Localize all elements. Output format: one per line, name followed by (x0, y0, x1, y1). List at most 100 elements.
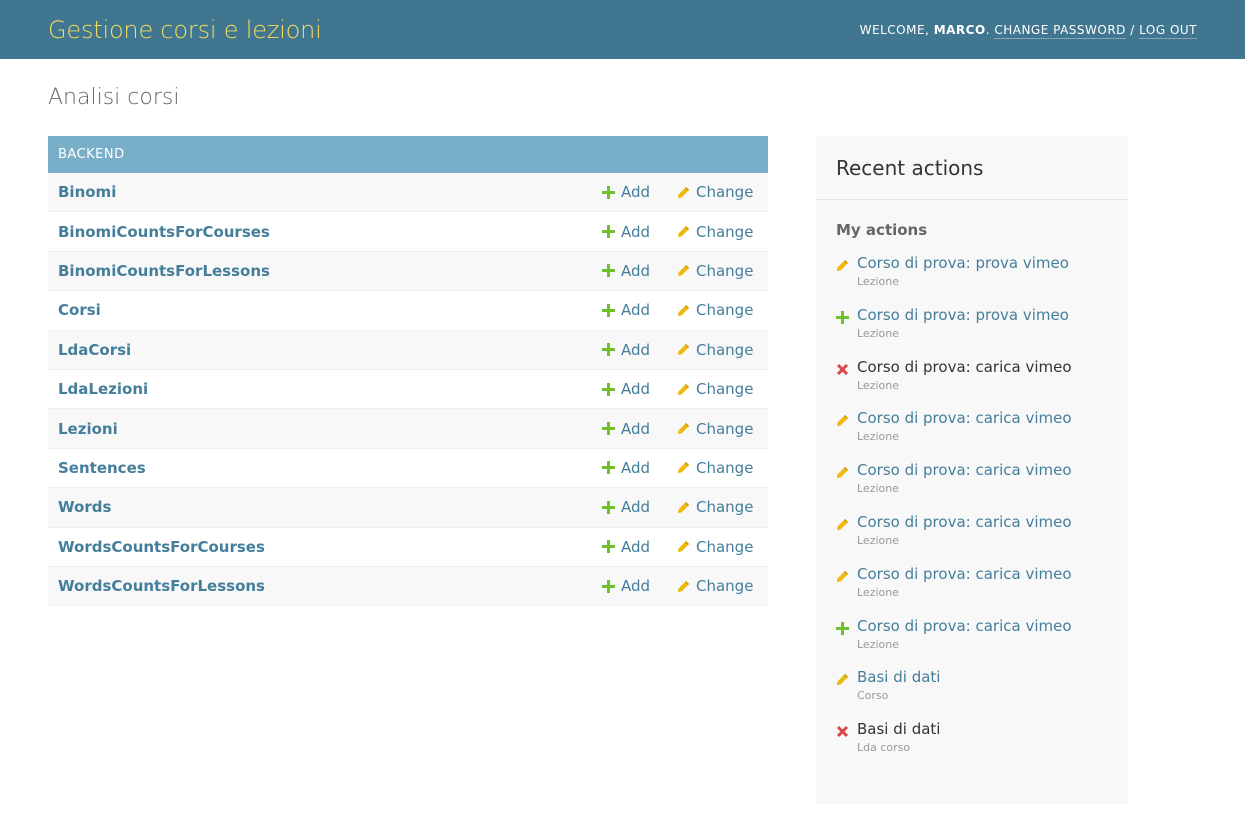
recent-action-item: Corso di prova: carica vimeo Lezione (836, 409, 1108, 461)
change-link[interactable]: Change (677, 498, 768, 516)
model-row: BinomiCountsForCourses Add Change (48, 212, 768, 252)
model-list: Binomi Add Change BinomiCountsForCourses Add… (48, 173, 768, 607)
recent-actions-title: Recent actions (816, 136, 1128, 200)
action-title: Basi di dati (857, 720, 941, 739)
pencil-icon (677, 580, 690, 593)
change-label: Change (696, 537, 754, 556)
model-link[interactable]: LdaCorsi (58, 341, 602, 359)
module-caption[interactable]: BACKEND (48, 136, 768, 173)
add-link[interactable]: Add (602, 459, 677, 477)
my-actions-title: My actions (836, 221, 928, 239)
action-content-type: Lezione (857, 533, 900, 547)
change-label: Change (696, 577, 754, 596)
action-content-type: Lezione (857, 275, 900, 288)
action-content-type: Lezione (857, 585, 900, 599)
recent-action-item: Basi di dati Lda corso (836, 720, 1108, 772)
change-label: Change (696, 419, 754, 438)
model-row: Lezioni Add Change (48, 409, 768, 449)
change-link[interactable]: Change (677, 459, 768, 477)
action-link[interactable]: Corso di prova: carica vimeo (857, 565, 1108, 584)
model-row: Binomi Add Change (48, 173, 768, 213)
add-link[interactable]: Add (602, 341, 677, 359)
plus-icon (836, 309, 850, 324)
add-label: Add (621, 577, 651, 596)
action-link[interactable]: Corso di prova: prova vimeo (857, 254, 1108, 273)
recent-action-item: Corso di prova: carica vimeo Lezione (836, 617, 1108, 669)
add-label: Add (621, 458, 651, 477)
logout-link[interactable]: Log out (1139, 22, 1197, 39)
change-link[interactable]: Change (677, 420, 768, 438)
add-link[interactable]: Add (602, 380, 677, 398)
action-link[interactable]: Corso di prova: carica vimeo (857, 409, 1108, 428)
change-link[interactable]: Change (677, 183, 768, 201)
username: Marco (933, 22, 986, 37)
add-link[interactable]: Add (602, 538, 677, 556)
add-label: Add (621, 380, 651, 399)
change-link[interactable]: Change (677, 262, 768, 280)
action-link[interactable]: Corso di prova: prova vimeo (857, 306, 1108, 325)
pencil-icon (677, 225, 690, 238)
model-row: LdaCorsi Add Change (48, 330, 768, 370)
recent-actions-panel: Recent actions My actions Corso di prova… (816, 136, 1128, 804)
model-link[interactable]: BinomiCountsForCourses (58, 223, 602, 241)
add-link[interactable]: Add (602, 577, 677, 595)
model-row: Words Add Change (48, 488, 768, 528)
change-label: Change (696, 261, 754, 280)
action-link[interactable]: Corso di prova: carica vimeo (857, 513, 1108, 532)
model-link[interactable]: Words (58, 498, 602, 516)
action-link[interactable]: Basi di dati (857, 668, 1108, 687)
model-link[interactable]: BinomiCountsForLessons (58, 262, 602, 280)
change-label: Change (696, 380, 754, 399)
add-label: Add (621, 419, 651, 438)
x-icon (836, 361, 850, 375)
plus-icon (602, 185, 615, 199)
action-link[interactable]: Corso di prova: carica vimeo (857, 617, 1108, 636)
pencil-icon (677, 383, 690, 396)
recent-action-item: Corso di prova: carica vimeo Lezione (836, 565, 1108, 617)
change-link[interactable]: Change (677, 538, 768, 556)
pencil-icon (677, 422, 690, 435)
pencil-icon (677, 304, 690, 317)
add-label: Add (621, 301, 651, 320)
add-label: Add (621, 183, 651, 202)
site-name[interactable]: Gestione corsi e lezioni (48, 16, 322, 44)
add-link[interactable]: Add (602, 301, 677, 319)
model-link[interactable]: Lezioni (58, 420, 602, 438)
recent-action-item: Corso di prova: prova vimeo Lezione (836, 306, 1108, 358)
add-link[interactable]: Add (602, 223, 677, 241)
model-row: Corsi Add Change (48, 291, 768, 331)
change-link[interactable]: Change (677, 223, 768, 241)
plus-icon (602, 264, 615, 278)
model-link[interactable]: LdaLezioni (58, 380, 602, 398)
model-row: WordsCountsForLessons Add Change (48, 566, 768, 607)
pencil-icon (836, 671, 850, 686)
pencil-icon (677, 501, 690, 514)
separator: / (1130, 22, 1135, 37)
add-label: Add (621, 340, 651, 359)
plus-icon (602, 461, 615, 475)
model-link[interactable]: Sentences (58, 459, 602, 477)
add-link[interactable]: Add (602, 183, 677, 201)
plus-icon (602, 225, 615, 239)
action-content-type: Lezione (857, 482, 900, 496)
model-row: Sentences Add Change (48, 448, 768, 489)
change-label: Change (696, 183, 754, 202)
change-link[interactable]: Change (677, 577, 768, 595)
plus-icon (602, 382, 615, 396)
change-link[interactable]: Change (677, 341, 768, 359)
add-link[interactable]: Add (602, 420, 677, 438)
model-link[interactable]: WordsCountsForLessons (58, 577, 602, 595)
pencil-icon (836, 568, 850, 582)
model-link[interactable]: Binomi (58, 183, 602, 201)
model-link[interactable]: WordsCountsForCourses (58, 538, 602, 556)
model-link[interactable]: Corsi (58, 301, 602, 319)
change-password-link[interactable]: Change password (994, 22, 1126, 39)
add-link[interactable]: Add (602, 262, 677, 280)
add-link[interactable]: Add (602, 498, 677, 516)
action-list: Corso di prova: prova vimeo Lezione Corso … (816, 254, 1128, 772)
pencil-icon (677, 461, 690, 474)
change-link[interactable]: Change (677, 301, 768, 319)
action-link[interactable]: Corso di prova: carica vimeo (857, 461, 1108, 480)
plus-icon (602, 303, 615, 317)
change-link[interactable]: Change (677, 380, 768, 398)
